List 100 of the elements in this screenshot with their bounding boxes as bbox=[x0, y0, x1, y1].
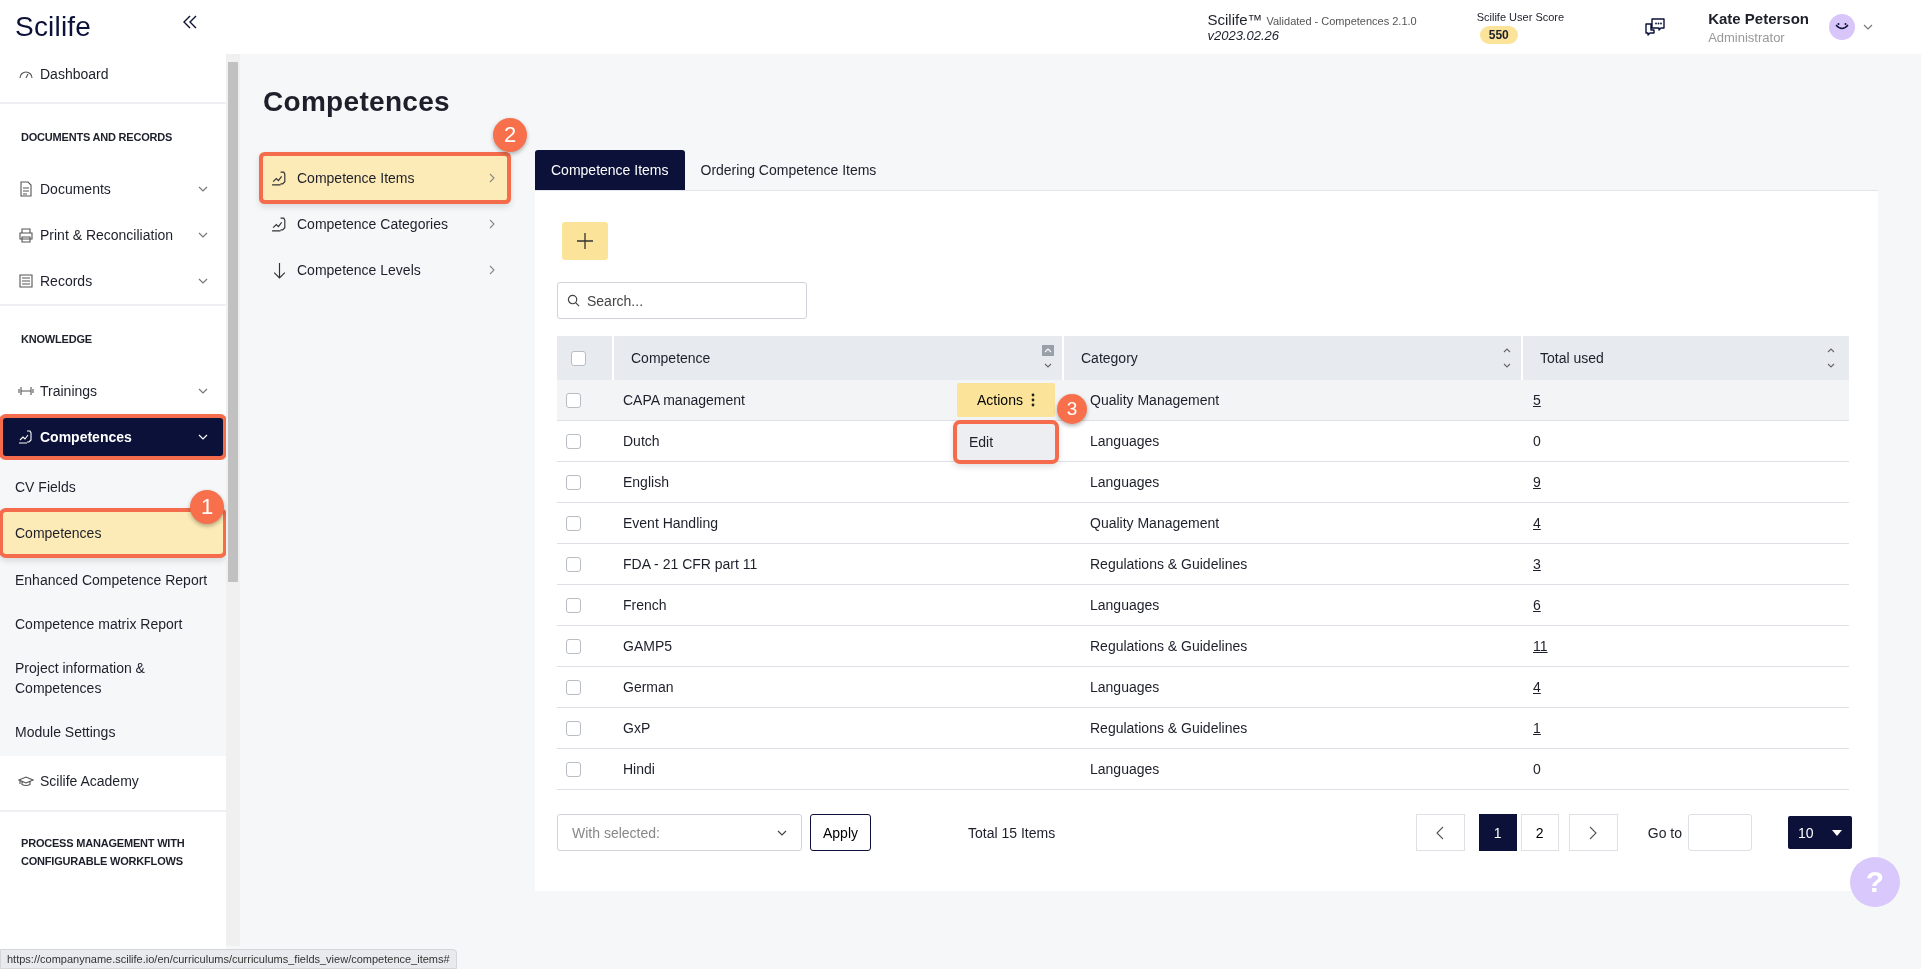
add-button[interactable] bbox=[562, 222, 608, 260]
submenu-item[interactable]: Competence matrix Report bbox=[3, 602, 195, 646]
table-cell: English bbox=[623, 474, 669, 490]
search-field[interactable]: Search... bbox=[557, 282, 807, 319]
bulk-action-select[interactable]: With selected: bbox=[557, 814, 802, 851]
table-cell: GxP bbox=[623, 720, 651, 736]
previous-page-button[interactable] bbox=[1415, 814, 1465, 851]
page-button[interactable]: 2 bbox=[1520, 814, 1559, 851]
printer-icon bbox=[18, 227, 34, 243]
table-cell: Languages bbox=[1090, 679, 1160, 695]
chevron-down-icon bbox=[198, 434, 208, 440]
count-link[interactable]: 3 bbox=[1533, 556, 1541, 572]
chevron-right-icon bbox=[489, 173, 495, 183]
total-count: Total 15 Items bbox=[968, 824, 1056, 841]
table-cell: Regulations & Guidelines bbox=[1090, 720, 1248, 736]
count-link[interactable]: 9 bbox=[1533, 474, 1541, 490]
table-cell: 0 bbox=[1533, 433, 1541, 449]
submenu-item[interactable]: Project information & Competences bbox=[3, 646, 223, 710]
caret-down-icon bbox=[1832, 829, 1842, 836]
count-link[interactable]: 4 bbox=[1533, 515, 1541, 531]
table-row[interactable]: Event Handling Quality Management 4 bbox=[557, 503, 1849, 544]
submenu-item[interactable]: Module Settings bbox=[3, 710, 128, 754]
down-arrow-icon bbox=[271, 261, 288, 279]
chart-hand-icon bbox=[18, 429, 34, 445]
count-link[interactable]: 6 bbox=[1533, 597, 1541, 613]
checkbox[interactable] bbox=[566, 474, 581, 490]
submenu-item[interactable]: Enhanced Competence Report bbox=[3, 558, 220, 602]
column-header[interactable]: Total used bbox=[1540, 350, 1825, 366]
table-cell: Regulations & Guidelines bbox=[1090, 556, 1248, 572]
logo[interactable]: Scilife bbox=[15, 11, 92, 43]
page-size-select[interactable]: 10 bbox=[1788, 816, 1852, 849]
score-badge: 550 bbox=[1479, 25, 1518, 44]
table-cell: Quality Management bbox=[1090, 392, 1220, 408]
count-link[interactable]: 4 bbox=[1533, 679, 1541, 695]
callout-number: 2 bbox=[493, 118, 527, 152]
count-link[interactable]: 1 bbox=[1533, 720, 1541, 736]
chevron-down-icon bbox=[198, 388, 208, 394]
subnav-item[interactable]: Competence Levels bbox=[263, 248, 507, 292]
chevron-down-icon bbox=[198, 278, 208, 284]
callout-number: 1 bbox=[190, 490, 224, 524]
checkbox[interactable] bbox=[566, 556, 581, 572]
table-cell: French bbox=[623, 597, 667, 613]
table-row[interactable]: German Languages 4 bbox=[557, 667, 1849, 708]
avatar-icon[interactable] bbox=[1829, 14, 1855, 40]
count-link[interactable]: 11 bbox=[1533, 638, 1548, 654]
count-link[interactable]: 5 bbox=[1533, 392, 1541, 408]
more-vertical-icon bbox=[1030, 393, 1035, 407]
user-name: Kate Peterson bbox=[1708, 9, 1809, 27]
subnav-item[interactable]: Competence Categories bbox=[263, 202, 507, 246]
checkbox[interactable] bbox=[566, 638, 581, 654]
sidebar-item[interactable]: Documents bbox=[3, 166, 223, 212]
chart-hand-icon bbox=[271, 215, 288, 233]
chevron-down-icon bbox=[198, 232, 208, 238]
column-header[interactable]: Category bbox=[1081, 350, 1501, 366]
tab[interactable]: Ordering Competence Items bbox=[684, 150, 893, 190]
table-cell: Quality Management bbox=[1090, 515, 1220, 531]
sidebar-item[interactable]: Print & Reconciliation bbox=[3, 212, 223, 258]
table-cell: Dutch bbox=[623, 433, 660, 449]
table-row[interactable]: GAMP5 Regulations & Guidelines 11 bbox=[557, 626, 1849, 667]
chevron-down-icon[interactable] bbox=[1863, 24, 1873, 30]
checkbox[interactable] bbox=[566, 720, 581, 736]
checkbox[interactable] bbox=[566, 679, 581, 695]
tab[interactable]: Competence Items bbox=[535, 150, 685, 190]
chevron-down-icon bbox=[198, 186, 208, 192]
checkbox[interactable] bbox=[566, 392, 581, 408]
goto-field[interactable] bbox=[1688, 814, 1752, 851]
apply-button[interactable]: Apply bbox=[810, 814, 872, 851]
plus-icon bbox=[576, 232, 594, 250]
user-role: Administrator bbox=[1708, 29, 1786, 45]
checkbox[interactable] bbox=[571, 350, 586, 366]
column-header[interactable]: Competence bbox=[631, 350, 1042, 366]
checkbox[interactable] bbox=[566, 433, 581, 449]
scrollbar[interactable] bbox=[226, 54, 240, 946]
table-cell: Hindi bbox=[623, 761, 655, 777]
sidebar-item[interactable]: Dashboard bbox=[3, 54, 223, 94]
checkbox[interactable] bbox=[566, 761, 581, 777]
checkbox[interactable] bbox=[566, 515, 581, 531]
actions-button[interactable]: Actions bbox=[957, 383, 1055, 417]
table-row[interactable]: Hindi Languages 0 bbox=[557, 749, 1849, 790]
score-label: Scilife User Score bbox=[1476, 10, 1565, 23]
chat-icon[interactable] bbox=[1644, 16, 1667, 38]
table-cell: Regulations & Guidelines bbox=[1090, 638, 1248, 654]
sidebar-item[interactable]: Scilife Academy bbox=[3, 758, 223, 804]
scrollbar-thumb[interactable] bbox=[228, 62, 238, 582]
table-cell: Languages bbox=[1090, 597, 1160, 613]
sidebar-item[interactable]: Records bbox=[3, 258, 223, 304]
chevron-right-icon bbox=[1589, 825, 1598, 840]
next-page-button[interactable] bbox=[1568, 814, 1618, 851]
table-row[interactable]: French Languages 6 bbox=[557, 585, 1849, 626]
page-button[interactable]: 1 bbox=[1478, 814, 1517, 851]
product-note: Validated - Competences 2.1.0 bbox=[1266, 15, 1417, 27]
table-cell: Event Handling bbox=[623, 515, 718, 531]
submenu-item[interactable]: CV Fields bbox=[3, 466, 88, 508]
table-row[interactable]: FDA - 21 CFR part 11 Regulations & Guidelines 3 bbox=[557, 544, 1849, 585]
search-icon bbox=[567, 294, 580, 307]
table-row[interactable]: GxP Regulations & Guidelines 1 bbox=[557, 708, 1849, 749]
checkbox[interactable] bbox=[566, 597, 581, 613]
table-cell: Languages bbox=[1090, 433, 1160, 449]
list-icon bbox=[18, 273, 34, 289]
sidebar-item[interactable]: Trainings bbox=[3, 368, 223, 414]
